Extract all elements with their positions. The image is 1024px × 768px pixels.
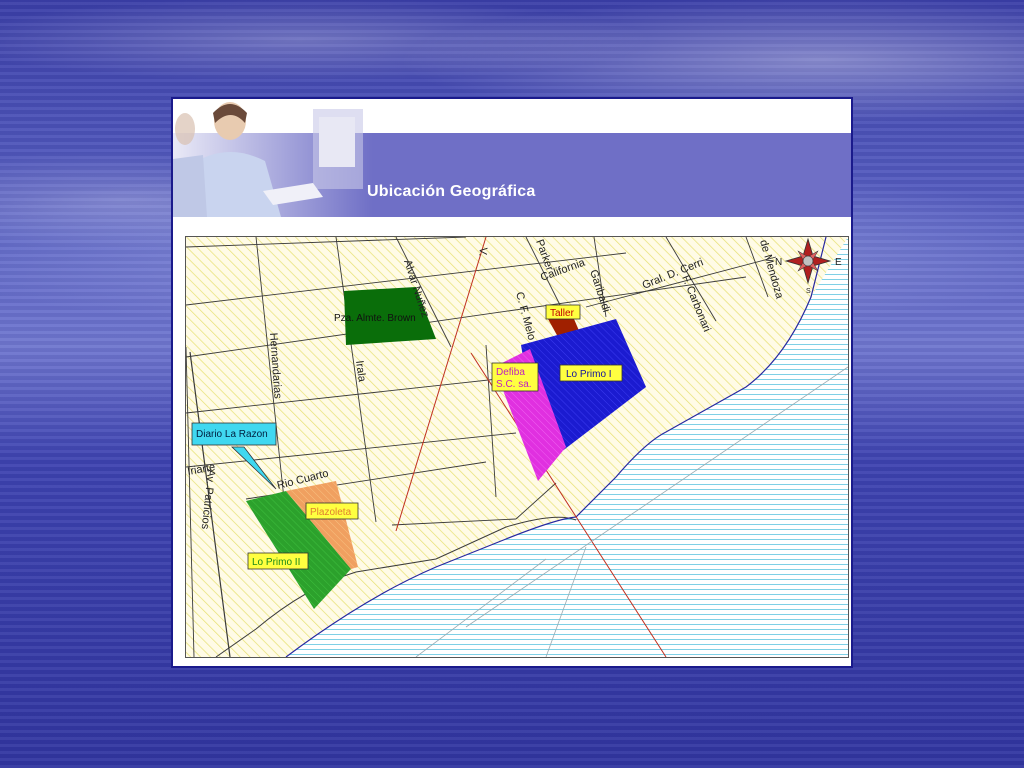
compass-s: S	[806, 288, 811, 295]
label-plaza: Pza. Almte. Brown	[334, 313, 416, 324]
svg-text:Plazoleta: Plazoleta	[310, 507, 352, 518]
page-title: Ubicación Geográfica	[367, 183, 536, 200]
svg-text:Defiba: Defiba	[496, 367, 525, 378]
map-svg: Alvar Nuñez Hernandarias Irala Rio Cuart…	[186, 237, 848, 657]
label-defiba: Defiba S.C. sa.	[491, 362, 539, 392]
svg-text:Taller: Taller	[550, 308, 575, 319]
svg-text:Lo Primo II: Lo Primo II	[252, 557, 300, 568]
location-map: Alvar Nuñez Hernandarias Irala Rio Cuart…	[185, 236, 849, 658]
label-lo-primo-ii: Lo Primo II	[247, 552, 309, 570]
label-taller: Taller	[545, 304, 581, 320]
svg-text:Lo Primo I: Lo Primo I	[566, 369, 612, 380]
compass-n: N	[775, 257, 782, 268]
compass-e: E	[835, 257, 842, 268]
label-plazoleta: Plazoleta	[305, 502, 359, 520]
street-fragment: V.	[476, 247, 489, 257]
svg-text:S.C. sa.: S.C. sa.	[496, 379, 532, 390]
slide-frame: Ubicación Geográfica Alvar Nuñez Hernand…	[171, 97, 853, 668]
office-photo	[173, 102, 363, 217]
svg-text:Diario La Razon: Diario La Razon	[196, 429, 268, 440]
label-lo-primo-i: Lo Primo I	[559, 364, 623, 382]
